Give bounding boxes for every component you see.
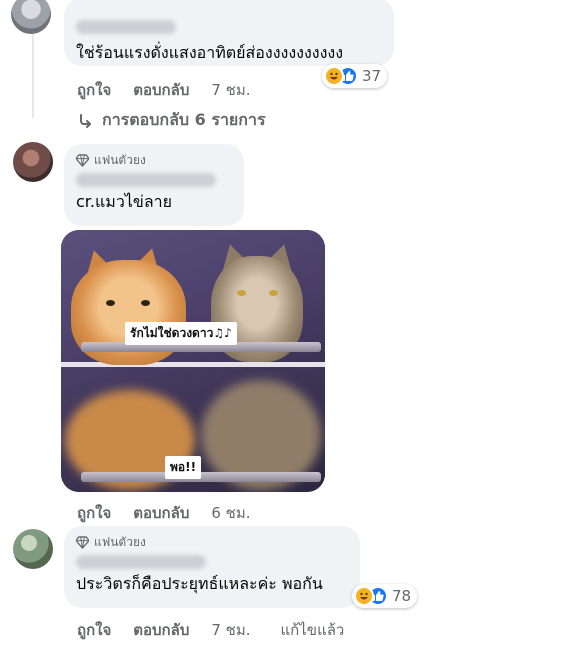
timestamp[interactable]: 6 ชม. <box>211 501 250 525</box>
comment-actions: ถูกใจ ตอบกลับ 6 ชม. <box>77 501 251 525</box>
author-name-hidden[interactable] <box>76 20 176 34</box>
cat-eye <box>237 290 246 296</box>
haha-reaction-icon <box>324 66 344 86</box>
haha-reaction-icon <box>354 586 374 606</box>
reply-button[interactable]: ตอบกลับ <box>133 618 189 642</box>
avatar[interactable] <box>13 529 53 569</box>
top-fan-badge: แฟนตัวยง <box>76 152 232 168</box>
cat-eye <box>269 290 278 296</box>
cat-eye <box>141 300 150 306</box>
author-name-hidden[interactable] <box>76 555 206 569</box>
like-button[interactable]: ถูกใจ <box>77 501 111 525</box>
view-replies-link[interactable]: การตอบกลับ 6 รายการ <box>78 108 266 133</box>
diamond-icon <box>76 535 89 549</box>
comment-actions: ถูกใจ ตอบกลับ 7 ชม. แก้ไขแล้ว <box>77 618 344 642</box>
replies-label: การตอบกลับ 6 รายการ <box>102 110 266 129</box>
reaction-count: 78 <box>392 587 412 605</box>
timestamp[interactable]: 7 ชม. <box>211 78 250 102</box>
badge-label: แฟนตัวยง <box>94 534 146 549</box>
reply-arrow-icon <box>80 113 91 128</box>
diamond-icon <box>76 153 89 167</box>
cat-eye <box>106 300 115 306</box>
comment-photo[interactable]: รักไม่ใช่ดวงดาว♫♪ พอ!! <box>61 230 325 492</box>
avatar[interactable] <box>13 142 53 182</box>
comment-bubble: ใช่ร้อนแรงดั่งแสงอาทิตย์ส่องงงงงงงงงง <box>64 0 394 66</box>
reply-button[interactable]: ตอบกลับ <box>133 501 189 525</box>
like-button[interactable]: ถูกใจ <box>77 78 111 102</box>
comment-text: ประวิตรก็คือประยุทธ์แหละค่ะ พอกัน <box>76 574 323 593</box>
like-button[interactable]: ถูกใจ <box>77 618 111 642</box>
author-name-hidden[interactable] <box>76 173 216 187</box>
reaction-count: 37 <box>362 67 382 85</box>
reaction-summary[interactable]: 37 <box>322 64 388 88</box>
top-fan-badge: แฟนตัวยง <box>76 534 348 550</box>
reaction-summary[interactable]: 78 <box>352 584 418 608</box>
comment-text: ใช่ร้อนแรงดั่งแสงอาทิตย์ส่องงงงงงงงงง <box>76 43 344 62</box>
photo-caption-bottom: พอ!! <box>165 456 202 479</box>
photo-divider <box>61 362 325 367</box>
comment-bubble: แฟนตัวยง cr.แมวไข่ลาย <box>64 144 244 226</box>
badge-label: แฟนตัวยง <box>94 152 146 167</box>
photo-caption-top: รักไม่ใช่ดวงดาว♫♪ <box>125 322 237 345</box>
comment-text: cr.แมวไข่ลาย <box>76 192 172 211</box>
comment-bubble: แฟนตัวยง ประวิตรก็คือประยุทธ์แหละค่ะ พอก… <box>64 526 360 608</box>
avatar[interactable] <box>11 0 51 34</box>
timestamp[interactable]: 7 ชม. <box>211 618 250 642</box>
reply-button[interactable]: ตอบกลับ <box>133 78 189 102</box>
edited-label[interactable]: แก้ไขแล้ว <box>281 618 345 642</box>
comment-actions: ถูกใจ ตอบกลับ 7 ชม. <box>77 78 251 102</box>
